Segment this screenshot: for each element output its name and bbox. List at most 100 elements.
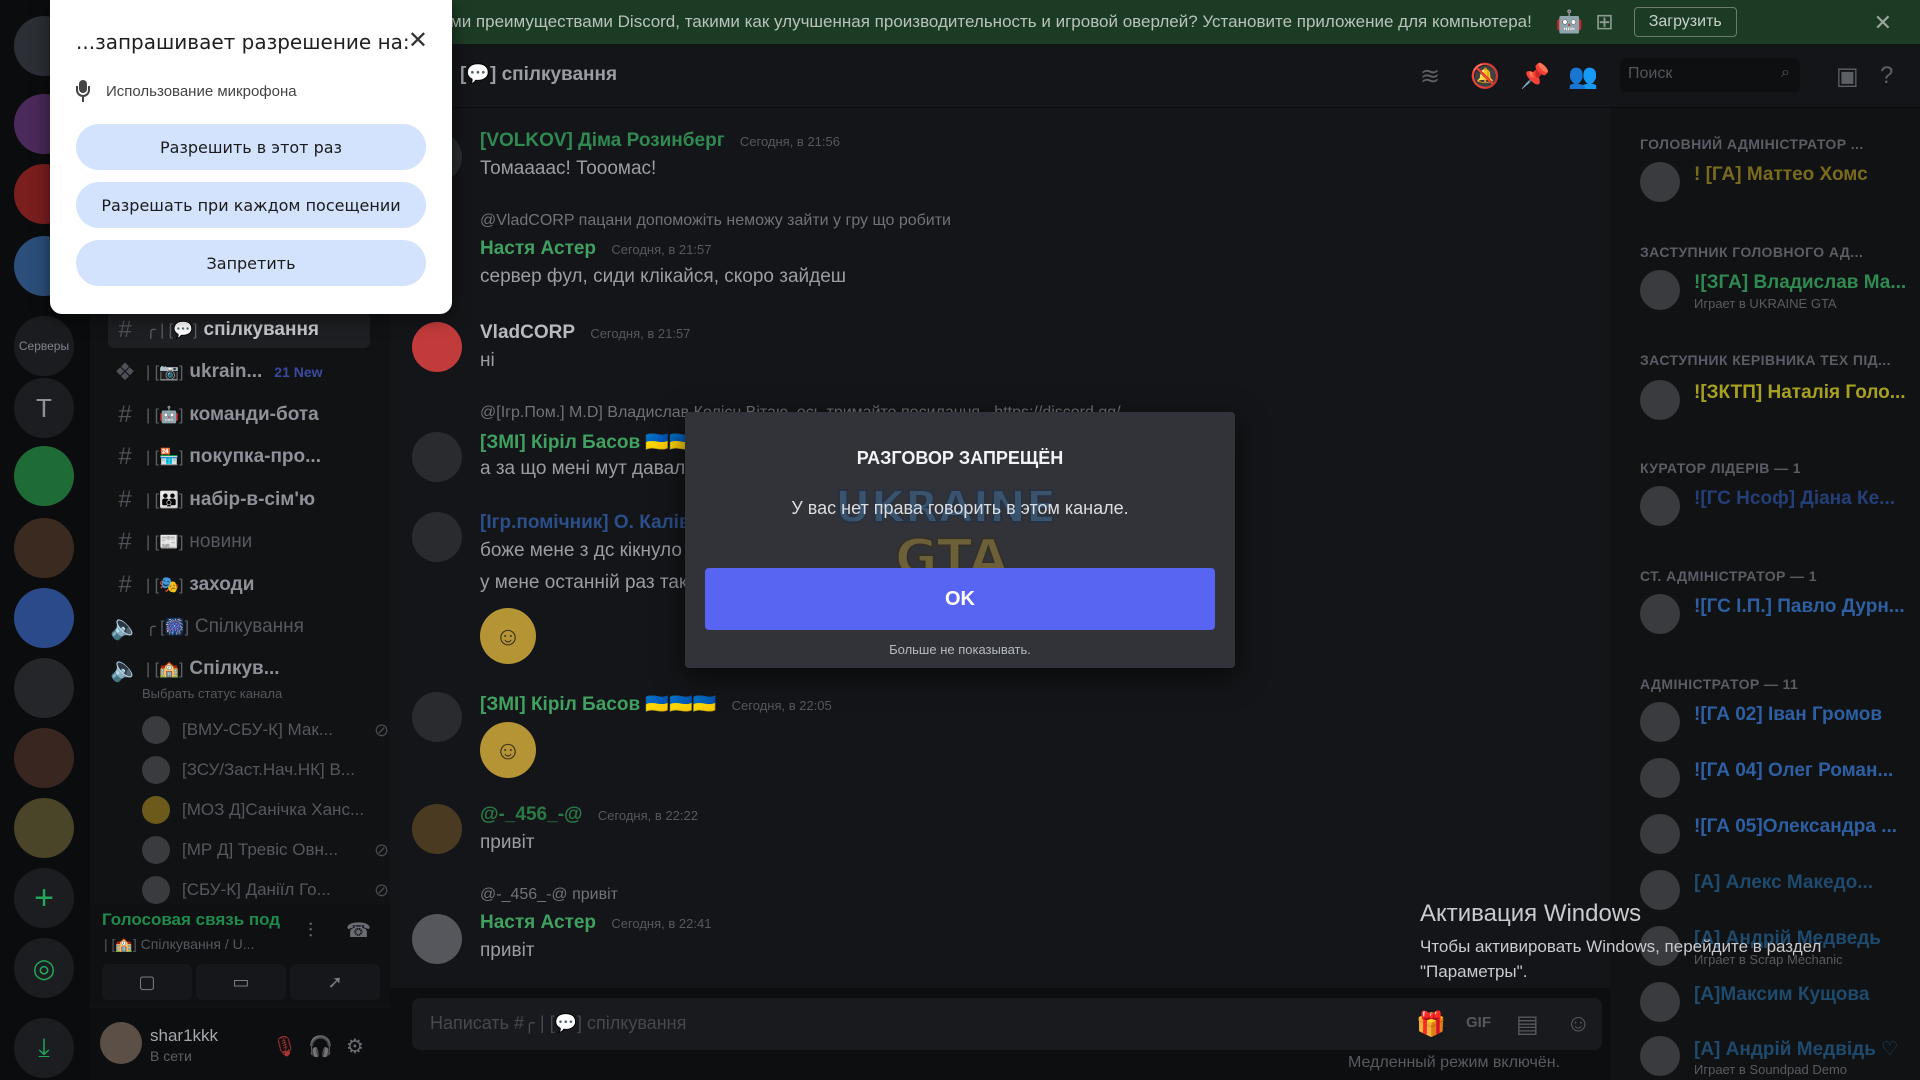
search-input[interactable]: Поиск ⌕ [1620,58,1800,92]
avatar [1640,380,1680,420]
allow-once-button[interactable]: Разрешить в этот раз [76,124,426,170]
screen-share-button[interactable]: ▭ [196,964,286,1000]
close-icon[interactable]: ✕ [1874,10,1892,36]
channel-item[interactable]: # | [👪] набір-в-сім'ю [108,482,390,518]
voice-channel-item[interactable]: 🔈 ╭ [🎆] Спілкування [108,609,390,645]
notifications-muted-icon[interactable]: 🔕 [1470,62,1500,91]
mic-muted-icon[interactable]: 🎙 [272,1034,297,1059]
message-author[interactable]: [VOLKOV] Діма Розинберг [480,130,725,151]
ok-button[interactable]: OK [705,568,1215,630]
member-item[interactable]: [А]Максим Кущова [1640,982,1910,1030]
voice-connection-panel: Голосовая связь под | [🏫] Спілкування / … [90,904,390,1004]
voice-user[interactable]: [ЗСУ/Заст.Нач.НК] В... [142,754,355,786]
channel-item[interactable]: ❖ | [📷] ukrain... 21 New [108,354,390,390]
message-author[interactable]: VladCORP [480,322,575,343]
server-icon[interactable] [14,588,74,648]
voice-channel-path: | [🏫] Спілкування / U... [104,936,255,952]
close-icon[interactable]: ✕ [408,26,428,55]
member-item[interactable]: ![ГС І.П.] Павло Дурн... [1640,594,1910,642]
avatar[interactable] [412,512,462,562]
channel-title: [💬] спілкування [460,64,618,85]
channel-status-prompt[interactable]: Выбрать статус канала [142,686,282,701]
member-item[interactable]: ! [ГА] Маттео Хомс [1640,162,1910,210]
avatar[interactable] [412,432,462,482]
channel-item[interactable]: # ╭ | [💬] спілкування [108,312,370,348]
message-input-placeholder: Написать #╭ | [💬] спілкування [430,1013,687,1033]
member-item[interactable]: ![ГС Нсоф] Діана Ке... [1640,486,1910,534]
server-icon[interactable] [14,658,74,718]
inbox-icon[interactable]: ▣ [1836,62,1859,91]
server-icon[interactable] [14,728,74,788]
channel-item[interactable]: # | [🏪] покупка-про... [108,439,390,475]
avatar [1640,702,1680,742]
sticker-icon[interactable]: ▤ [1516,1010,1539,1039]
add-server-icon[interactable]: + [14,868,74,928]
server-text-icon[interactable]: T [14,378,74,438]
explore-servers-icon[interactable]: ◎ [14,938,74,998]
member-item[interactable]: [А] Андрій Медвідь ♡ Играет в Soundpad D… [1640,1036,1910,1080]
message-author[interactable]: @-_456_-@ [480,804,583,825]
avatar[interactable] [412,692,462,742]
camera-off-button[interactable]: ▢ [102,964,192,1000]
allow-always-button[interactable]: Разрешать при каждом посещении [76,182,426,228]
avatar[interactable] [100,1022,142,1064]
member-item[interactable]: ![ЗГА] Владислав Ма... Играет в UKRAINE … [1640,270,1910,318]
headphones-icon[interactable]: 🎧 [308,1034,333,1059]
member-item[interactable]: ![ГА 04] Олег Роман... [1640,758,1910,806]
download-button[interactable]: Загрузить [1633,7,1737,37]
download-apps-icon[interactable]: ⤓ [14,1018,74,1078]
role-header: ЗАСТУПНИК КЕРІВНИКА ТЕХ ПІД... [1640,352,1891,368]
message-author[interactable]: [ЗМІ] Кірiл Басов 🇺🇦🇺🇦🇺🇦 [480,432,716,453]
voice-user[interactable]: [МР Д] Тревіс Овн... ⊘ [142,834,389,866]
servers-folder-label[interactable]: Серверы [14,316,74,376]
disconnect-icon[interactable]: ☎ [346,918,371,943]
message-input[interactable]: Написать #╭ | [💬] спілкування 🎁 GIF ▤ ☺ [412,998,1602,1050]
avatar[interactable] [412,804,462,854]
reply-preview[interactable]: @VladCORP пацани допоможіть неможу зайти… [480,212,951,230]
avatar [142,836,170,864]
gift-icon[interactable]: 🎁 [1416,1010,1446,1039]
browser-permission-popup: ...запрашивает разрешение на: ✕ Использо… [50,0,452,314]
avatar[interactable] [412,322,462,372]
member-item[interactable]: ![ЗКТП] Наталія Голо... [1640,380,1910,428]
voice-channel-item[interactable]: 🔈 | [🏫] Спілкув... [108,651,390,687]
voice-user[interactable]: [ВМУ-СБУ-К] Мак... ⊘ [142,714,389,746]
voice-user[interactable]: [МОЗ Д]Санічка Ханс... [142,794,364,826]
deny-button[interactable]: Запретить [76,240,426,286]
member-item[interactable]: ![ГА 02] Іван Громов [1640,702,1910,750]
pin-icon[interactable]: 📌 [1520,62,1550,91]
voice-status-title[interactable]: Голосовая связь под [102,910,280,930]
slowmode-notice: Медленный режим включён. [1348,1054,1561,1071]
help-icon[interactable]: ? [1880,62,1893,90]
message-author[interactable]: [Ігр.помічник] О. Калів... [480,512,706,533]
hash-icon: # [118,316,132,343]
message-timestamp: Сегодня, в 21:57 [590,326,691,341]
activities-button[interactable]: ➚ [290,964,380,1000]
channel-item[interactable]: # | [🤖] команди-бота [108,397,390,433]
reply-preview[interactable]: @-_456_-@ привіт [480,886,618,904]
message-author[interactable]: [ЗМІ] Кірiл Басов 🇺🇦🇺🇦🇺🇦 [480,694,716,715]
avatar [1640,1036,1680,1076]
gif-icon[interactable]: GIF [1466,1014,1491,1031]
emoji-icon[interactable]: ☺ [1566,1010,1591,1038]
threads-icon[interactable]: ≋ [1420,62,1440,91]
server-icon[interactable] [14,798,74,858]
voice-user[interactable]: [СБУ-К] Даніїл Го... ⊘ [142,874,389,906]
message-author[interactable]: Настя Астер [480,912,596,933]
emoji-sticker: ☺ [480,608,536,664]
mic-muted-icon: ⊘ [374,879,390,900]
noise-suppression-icon[interactable]: ⫶ [308,920,313,943]
member-activity: Играет в UKRAINE GTA [1694,296,1837,311]
avatar[interactable] [412,914,462,964]
speak-forbidden-modal: UKRAINE GTA РАЗГОВОР ЗАПРЕЩЁН У вас нет … [685,412,1235,668]
new-badge: 21 New [274,364,323,380]
gear-icon[interactable]: ⚙ [346,1034,364,1059]
channel-item[interactable]: # | [📰] новини [108,524,390,560]
member-item[interactable]: ![ГА 05]Олександра ... [1640,814,1910,862]
server-icon[interactable] [14,518,74,578]
message-author[interactable]: Настя Астер [480,238,596,259]
channel-item[interactable]: # | [🎭] заходи [108,567,390,603]
server-icon[interactable] [14,446,74,506]
dont-show-again-link[interactable]: Больше не показывать. [685,642,1235,657]
member-list-icon[interactable]: 👥 [1568,62,1598,91]
